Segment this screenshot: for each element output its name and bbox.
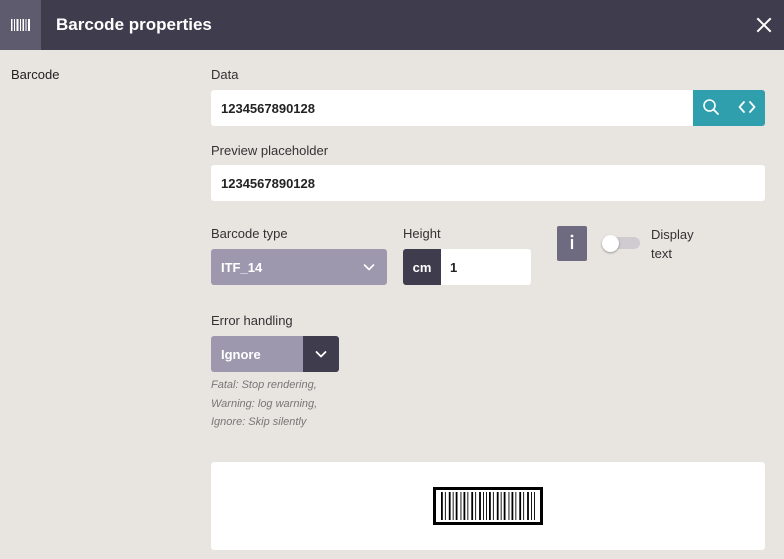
barcode-icon (0, 0, 41, 50)
data-input-value: 1234567890128 (221, 100, 315, 116)
height-value: 1 (450, 259, 458, 275)
barcode-bar (452, 492, 454, 520)
barcode-bar (496, 492, 499, 520)
code-button[interactable] (729, 90, 765, 126)
barcode-bar (455, 492, 458, 520)
chevron-down-icon (363, 261, 375, 276)
barcode-preview (211, 462, 765, 550)
height-label: Height (403, 226, 441, 241)
search-icon (702, 98, 720, 119)
barcode-type-label: Barcode type (211, 226, 288, 241)
barcode-type-value: ITF_14 (221, 259, 263, 275)
help-line: Fatal: Stop rendering, (211, 379, 317, 391)
barcode-bar (475, 492, 477, 520)
barcode-bar (527, 492, 529, 520)
data-label: Data (211, 67, 239, 82)
barcode-bar (489, 492, 491, 520)
barcode-bar (519, 492, 522, 520)
height-input[interactable]: 1 (441, 249, 531, 285)
barcode-bar (534, 492, 535, 520)
barcode-bar (448, 492, 451, 520)
barcode-image (433, 487, 543, 525)
barcode-bar (523, 492, 525, 520)
display-text-toggle[interactable] (602, 235, 640, 252)
barcode-bar (479, 492, 481, 520)
code-icon (738, 100, 756, 117)
error-handling-value: Ignore (211, 336, 303, 372)
barcode-bar (515, 492, 517, 520)
barcode-bar (503, 492, 506, 520)
search-button[interactable] (693, 90, 729, 126)
height-unit[interactable]: cm (403, 249, 441, 285)
barcode-bar (531, 492, 532, 520)
barcode-bar (441, 492, 443, 520)
error-handling-help: Fatal: Stop rendering, Warning: log warn… (211, 376, 317, 432)
barcode-bar (511, 492, 514, 520)
dialog-header: Barcode properties (0, 0, 784, 50)
help-line: Ignore: Skip silently (211, 416, 307, 428)
barcode-bar (492, 492, 494, 520)
preview-placeholder-label: Preview placeholder (211, 143, 329, 158)
preview-placeholder-value: 1234567890128 (221, 175, 315, 191)
barcode-bar (467, 492, 469, 520)
error-handling-select[interactable]: Ignore (211, 336, 339, 372)
display-text-label: Display text (651, 227, 694, 261)
preview-placeholder-input[interactable]: 1234567890128 (211, 165, 765, 201)
section-label: Barcode (11, 67, 60, 82)
chevron-down-icon[interactable] (303, 336, 339, 372)
barcode-bar (471, 492, 474, 520)
data-input[interactable]: 1234567890128 (211, 90, 693, 126)
toggle-knob (602, 235, 619, 252)
info-icon (569, 234, 575, 253)
help-line: Warning: log warning, (211, 397, 318, 410)
barcode-bar (486, 492, 487, 520)
info-button[interactable] (557, 226, 587, 261)
barcode-bar (460, 492, 462, 520)
barcode-bar (508, 492, 510, 520)
dialog-title: Barcode properties (56, 15, 212, 34)
barcode-bar (500, 492, 502, 520)
barcode-type-select[interactable]: ITF_14 (211, 249, 387, 285)
barcode-bar (483, 492, 484, 520)
barcode-bar (463, 492, 466, 520)
barcode-bar (444, 492, 446, 520)
close-icon[interactable] (752, 13, 776, 37)
error-handling-label: Error handling (211, 313, 293, 328)
